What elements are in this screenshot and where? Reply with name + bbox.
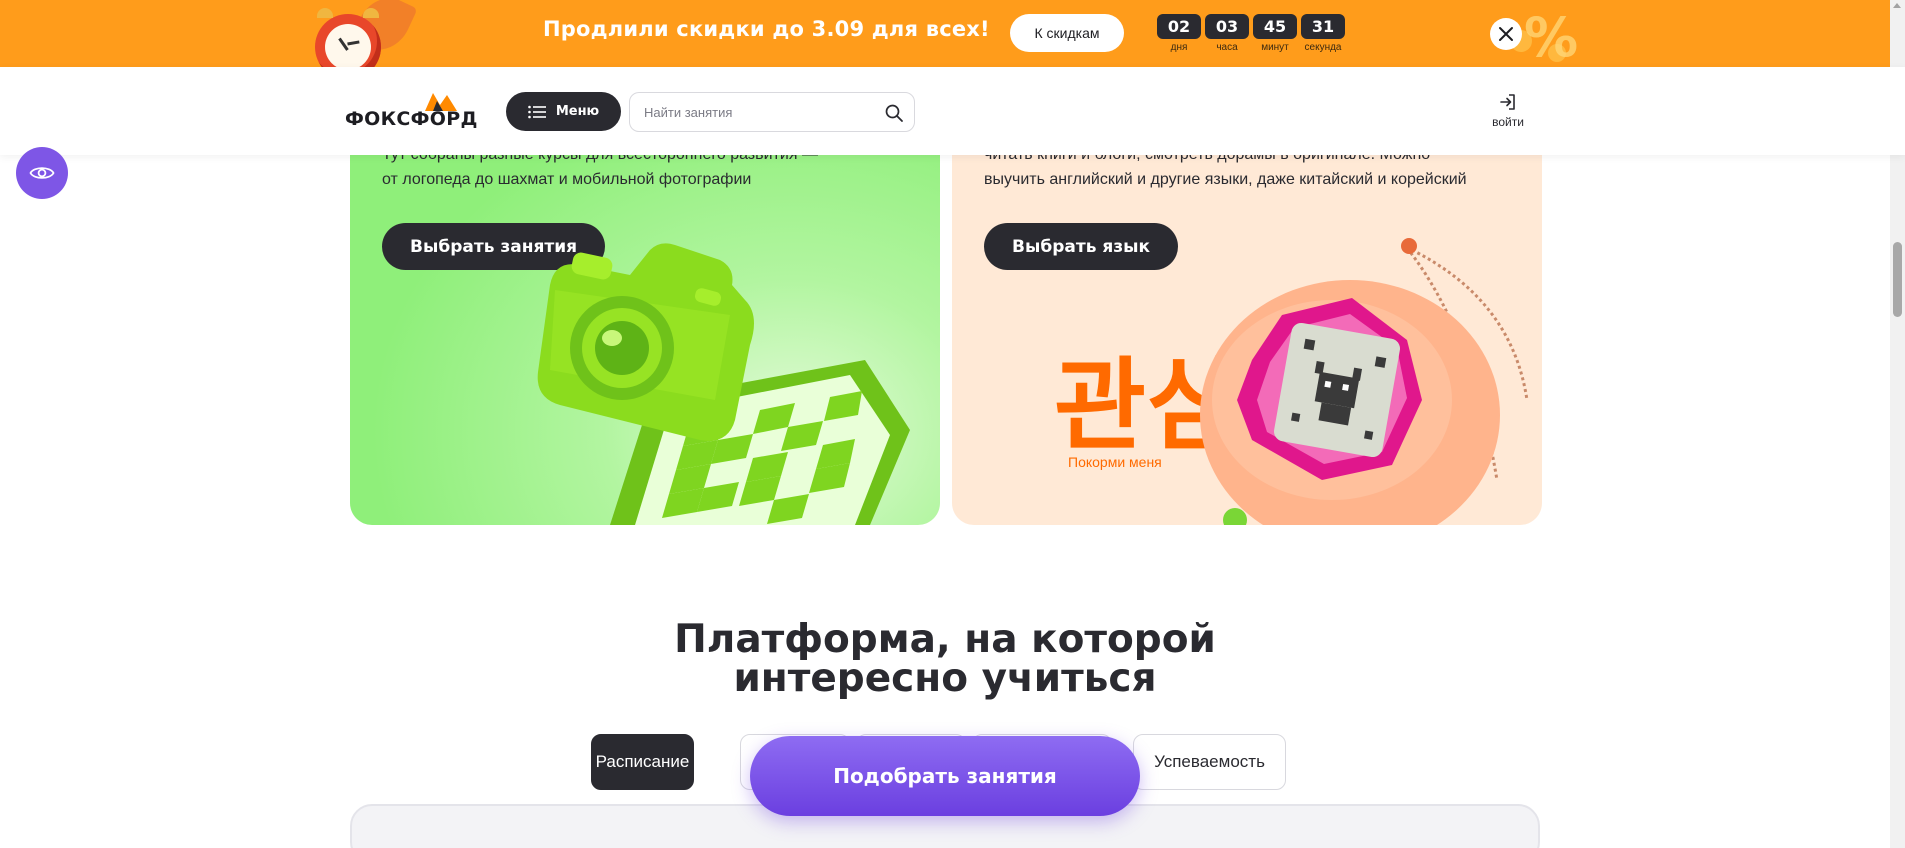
to-discounts-button[interactable]: К скидкам	[1010, 14, 1124, 52]
timer-hours: 03 часа	[1205, 14, 1249, 53]
section-title: Платформа, на которой интересно учиться	[0, 620, 1890, 698]
languages-card: читать книги и блоги, смотреть дорамы в …	[952, 100, 1542, 525]
promo-title: Продлили скидки до 3.09 для всех!	[543, 17, 990, 41]
tamagotchi-device-icon	[1200, 280, 1500, 525]
accessibility-button[interactable]	[16, 147, 68, 199]
clock-face	[325, 24, 371, 67]
timer-hours-value: 03	[1205, 14, 1249, 39]
timer-minutes: 45 минут	[1253, 14, 1297, 53]
section-title-line: интересно учиться	[733, 656, 1157, 701]
timer-minutes-unit: минут	[1261, 42, 1289, 53]
promo-banner: Продлили скидки до 3.09 для всех! К скид…	[0, 0, 1905, 67]
foxford-logo[interactable]: ФОКСФОРД	[345, 89, 485, 133]
close-promo-button[interactable]	[1490, 18, 1522, 50]
timer-seconds: 31 секунда	[1301, 14, 1345, 53]
keychain-ring-icon	[1401, 238, 1417, 254]
timer-hours-unit: часа	[1216, 42, 1238, 53]
search-input[interactable]	[644, 93, 874, 131]
timer-days: 02 дня	[1157, 14, 1201, 53]
menu-button[interactable]: Меню	[506, 92, 621, 131]
scroll-up-arrow-icon[interactable]	[1893, 3, 1901, 8]
timer-seconds-value: 31	[1301, 14, 1345, 39]
feed-me-caption: Покорми меня	[1068, 454, 1162, 470]
countdown-timer: 02 дня 03 часа 45 минут 31 секунда	[1157, 14, 1345, 53]
pick-classes-button[interactable]: Подобрать занятия	[750, 736, 1140, 816]
eye-icon	[29, 167, 55, 179]
menu-button-label: Меню	[555, 104, 600, 119]
extra-courses-card: Тут собраны разные курсы для всесторонне…	[350, 100, 940, 525]
close-icon	[1499, 27, 1513, 41]
tab-schedule[interactable]: Расписание	[591, 734, 694, 790]
login-button[interactable]: войти	[1486, 93, 1530, 133]
login-icon	[1500, 94, 1515, 110]
camera-chessboard-illustration	[537, 243, 910, 525]
site-header: ФОКСФОРД Меню войти	[0, 67, 1905, 155]
timer-days-unit: дня	[1170, 42, 1188, 53]
clock-bell-right	[363, 8, 379, 18]
search-box	[629, 92, 915, 132]
camera-icon	[537, 243, 754, 441]
list-menu-icon	[528, 105, 546, 118]
timer-minutes-value: 45	[1253, 14, 1297, 39]
login-label: войти	[1492, 115, 1524, 129]
tamagotchi-illustration: 관심 Покорми меня	[1054, 238, 1529, 525]
percent-sign: %	[1524, 6, 1579, 67]
search-icon[interactable]	[884, 103, 904, 123]
clock-bell-left	[317, 8, 333, 18]
scrollbar-thumb[interactable]	[1893, 242, 1902, 317]
tab-performance[interactable]: Успеваемость	[1133, 734, 1286, 790]
timer-seconds-unit: секунда	[1304, 42, 1342, 53]
section-title-line: Платформа, на которой	[674, 617, 1216, 662]
timer-days-value: 02	[1157, 14, 1201, 39]
logo-text: ФОКСФОРД	[345, 108, 478, 130]
